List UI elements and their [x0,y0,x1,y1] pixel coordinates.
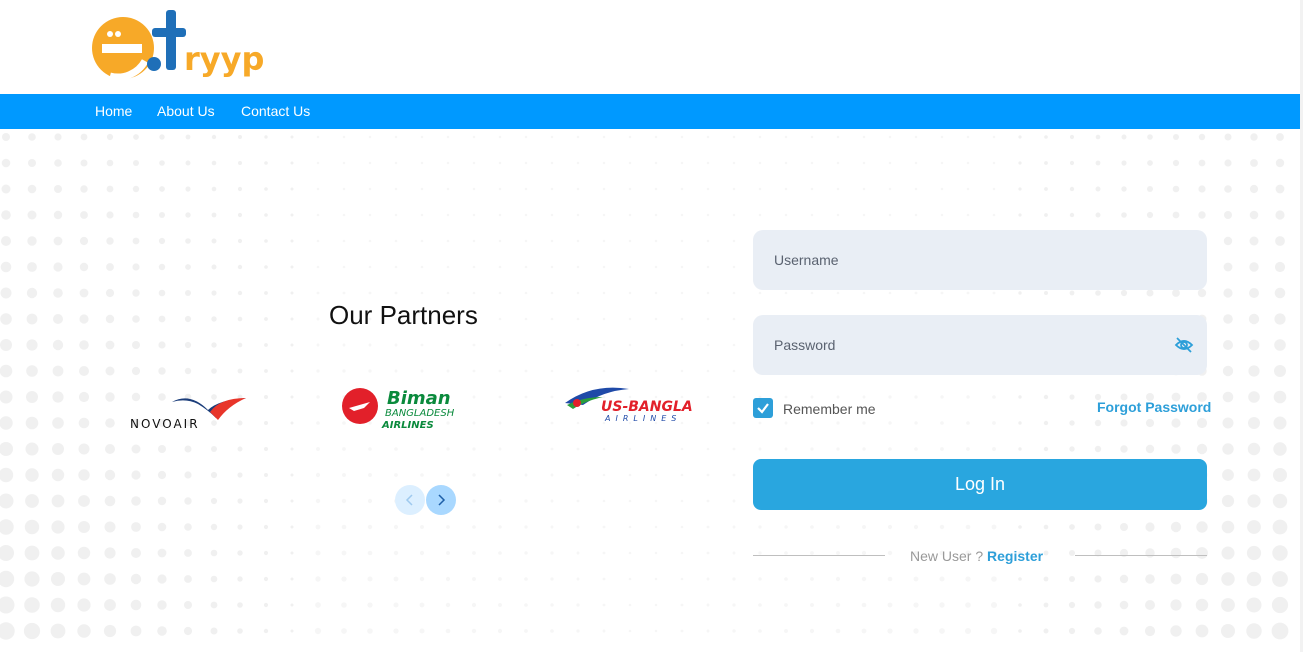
partner-logo-biman: Biman BANGLADESH AIRLINES [342,388,455,431]
register-link[interactable]: Register [987,548,1043,564]
divider-right [1075,555,1207,556]
page: ryyp Home About Us Contact Us Our Partne… [0,0,1303,652]
carousel-prev-button[interactable] [395,485,425,515]
new-user-label: New User ? [910,548,984,564]
nav-item-home[interactable]: Home [95,103,132,119]
us-bangla-sub: AIRLINES [604,414,681,423]
partner-logo-novoair: NOVOAIR [130,398,246,431]
svg-text:ryyp: ryyp [184,40,264,78]
chevron-right-icon [438,494,446,506]
biman-label: Biman [387,388,451,409]
partner-logo-us-bangla: US-BANGLA AIRLINES [565,387,693,423]
nav-item-contact-us[interactable]: Contact Us [241,103,310,119]
nav-item-about-us[interactable]: About Us [157,103,215,119]
username-input[interactable] [753,230,1207,290]
username-field [753,230,1207,290]
header: ryyp [0,0,1303,94]
forgot-password-link[interactable]: Forgot Password [1097,399,1211,415]
remember-me-checkbox[interactable] [753,398,773,418]
password-input[interactable] [753,315,1207,375]
eye-slash-icon[interactable] [1174,335,1194,355]
etryyp-logo[interactable]: ryyp [90,6,270,86]
partners-title: Our Partners [329,300,478,330]
remember-me: Remember me [753,398,876,418]
new-user-text: New User ? Register [910,548,1043,564]
biman-sub1: BANGLADESH [385,408,455,419]
login-button[interactable]: Log In [753,459,1207,510]
remember-me-label: Remember me [783,401,876,417]
check-icon [757,403,769,414]
navigation-bar: Home About Us Contact Us [0,94,1300,129]
novoair-label: NOVOAIR [130,417,200,431]
us-bangla-label: US-BANGLA [601,399,693,415]
password-field [753,315,1207,375]
divider-left [753,555,885,556]
biman-sub2: AIRLINES [381,420,434,431]
carousel-next-button[interactable] [426,485,456,515]
chevron-left-icon [405,494,413,506]
